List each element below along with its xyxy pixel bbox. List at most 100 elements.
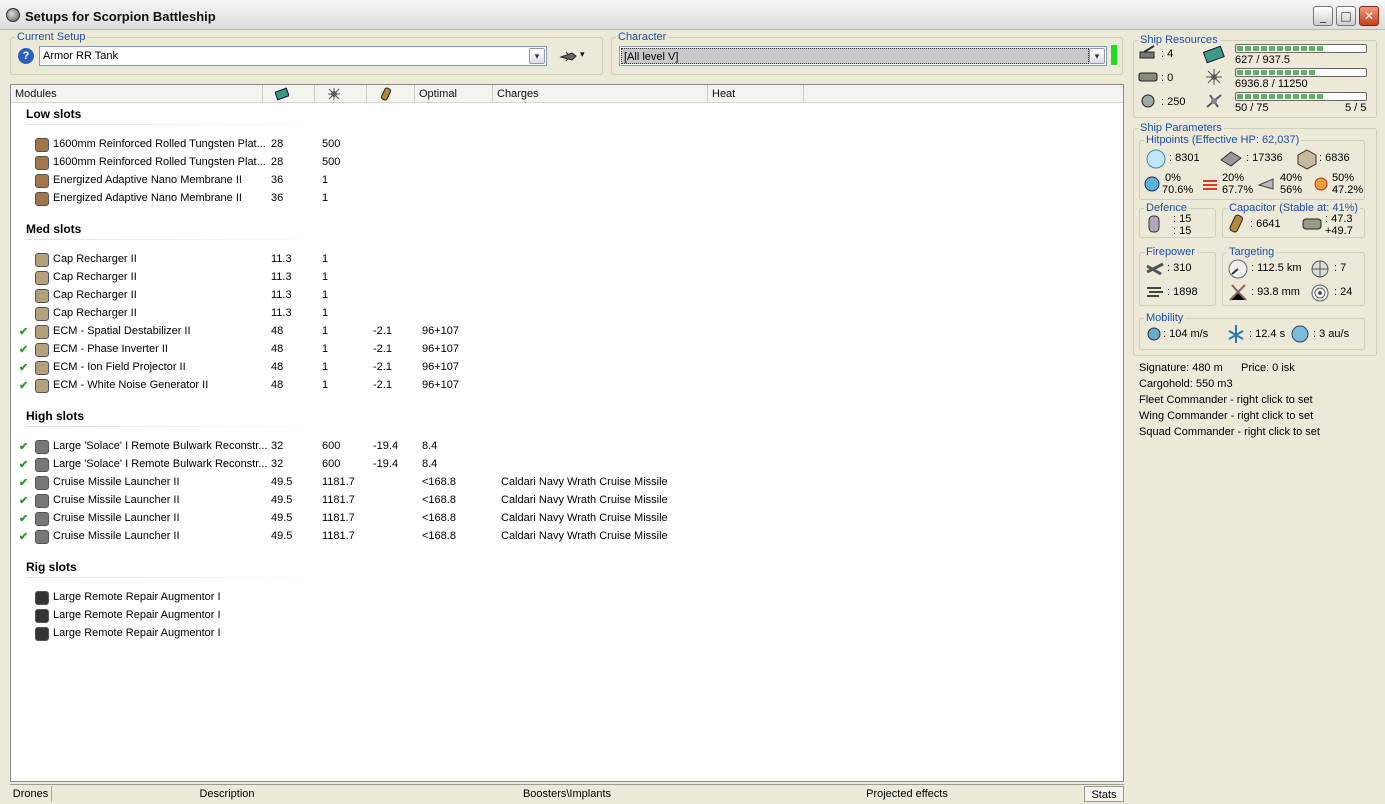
module-icon [35,174,49,188]
module-name: Energized Adaptive Nano Membrane II [53,192,242,204]
sensor-strength: : 24 [1334,286,1353,298]
module-row[interactable]: Energized Adaptive Nano Membrane II 36 1 [11,171,1111,189]
chevron-down-icon[interactable]: ▾ [1089,48,1105,64]
shield-hp: : 8301 [1169,152,1200,164]
module-cpu: 49.5 [271,512,293,524]
hull-hp: : 6836 [1319,152,1350,164]
align-time: : 12.4 s [1249,328,1286,340]
cpu-icon [1202,45,1225,64]
current-setup-legend: Current Setup [17,31,86,43]
module-row[interactable]: Cap Recharger II 11.3 1 [11,304,1111,322]
col-capacitor[interactable] [367,85,415,103]
cap-recharge-icon [1302,218,1322,230]
module-row[interactable]: ✔ Large 'Solace' I Remote Bulwark Reconst… [11,455,1111,473]
cpu-bar [1235,44,1367,53]
module-name: ECM - Phase Inverter II [53,343,168,355]
module-row[interactable]: Large Remote Repair Augmentor I [11,606,1111,624]
module-powergrid: 600 [322,458,341,470]
module-row[interactable]: 1600mm Reinforced Rolled Tungsten Plat..… [11,153,1111,171]
module-row[interactable]: Large Remote Repair Augmentor I [11,588,1111,606]
tab-projected-effects[interactable]: Projected effects [732,786,1082,802]
minimize-button[interactable]: _ [1313,6,1333,26]
module-icon [35,609,49,623]
module-name: ECM - Ion Field Projector II [53,361,186,373]
module-icon [35,591,49,605]
col-heat[interactable]: Heat [708,85,804,103]
module-cpu: 49.5 [271,530,293,542]
module-row[interactable]: 1600mm Reinforced Rolled Tungsten Plat..… [11,135,1111,153]
align-time-icon [1228,325,1244,343]
col-charges[interactable]: Charges [493,85,708,103]
module-row[interactable]: Energized Adaptive Nano Membrane II 36 1 [11,189,1111,207]
explosive-resist-icon [1314,177,1328,191]
module-powergrid: 500 [322,156,341,168]
col-modules[interactable]: Modules [11,85,263,103]
calibration-icon [1206,94,1222,108]
online-check-icon: ✔ [19,513,29,525]
module-icon [35,476,49,490]
module-cpu: 11.3 [271,271,292,283]
module-row[interactable]: ✔ ECM - Ion Field Projector II 48 1 -2.1 96+1… [11,358,1111,376]
module-name: Large Remote Repair Augmentor I [53,609,221,621]
col-cpu[interactable] [263,85,315,103]
module-row[interactable]: Cap Recharger II 11.3 1 [11,286,1111,304]
capacitor-icon [1229,214,1243,233]
app-icon [6,8,20,22]
module-row[interactable]: ✔ Large 'Solace' I Remote Bulwark Reconst… [11,437,1111,455]
help-icon[interactable]: ? [18,48,34,64]
col-optimal[interactable]: Optimal [415,85,493,103]
sensor-strength-icon [1311,284,1329,302]
module-cpu: 49.5 [271,476,293,488]
module-row[interactable]: ✔ Cruise Missile Launcher II 49.5 1181.7 <16… [11,527,1111,545]
module-row[interactable]: ✔ ECM - White Noise Generator II 48 1 -2.1 96… [11,376,1111,394]
character-status-indicator [1111,45,1117,65]
col-powergrid[interactable] [315,85,367,103]
calibration-bar-fill [1237,94,1323,99]
module-row[interactable]: Cap Recharger II 11.3 1 [11,268,1111,286]
tab-boosters-implants[interactable]: Boosters\Implants [402,786,732,802]
module-name: Cruise Missile Launcher II [53,476,180,488]
module-icon [35,271,49,285]
module-icon [35,458,49,472]
maximize-button[interactable]: □ [1336,6,1356,26]
module-icon [35,343,49,357]
capacitor-icon [380,87,392,101]
module-row[interactable]: Cap Recharger II 11.3 1 [11,250,1111,268]
module-row[interactable]: ✔ ECM - Phase Inverter II 48 1 -2.1 96+107 [11,340,1111,358]
module-row[interactable]: ✔ Cruise Missile Launcher II 49.5 1181.7 <16… [11,509,1111,527]
window-title: Setups for Scorpion Battleship [25,9,216,24]
chevron-down-icon[interactable]: ▾ [529,48,545,64]
mobility-legend: Mobility [1146,312,1184,324]
module-row[interactable]: ✔ Cruise Missile Launcher II 49.5 1181.7 <16… [11,491,1111,509]
cpu-value: 627 / 937.5 [1235,54,1291,66]
module-powergrid: 1 [322,379,329,391]
module-row[interactable]: Large Remote Repair Augmentor I [11,624,1111,642]
tab-drones[interactable]: Drones [10,786,52,802]
tab-description[interactable]: Description [52,786,402,802]
module-optimal: <168.8 [422,494,456,506]
setup-select[interactable]: Armor RR Tank ▾ [39,46,547,66]
module-cap-use: -19.4 [373,458,399,470]
module-icon [35,512,49,526]
module-name: Cruise Missile Launcher II [53,512,180,524]
character-select[interactable]: [All level V] ▾ [619,46,1107,66]
stats-panel: Ship Resources : 4 : 0 : 250 627 / 937.5… [1129,30,1381,800]
module-cpu: 32 [271,458,284,470]
module-icon [35,361,49,375]
turret-count: : 4 [1161,48,1174,60]
turret-dps-icon [1146,262,1164,276]
tab-stats[interactable]: Stats [1084,786,1124,802]
module-row[interactable]: ✔ Cruise Missile Launcher II 49.5 1181.7 <16… [11,473,1111,491]
cpu-bar-fill [1237,46,1323,51]
powergrid-icon [328,88,340,100]
module-row[interactable]: ✔ ECM - Spatial Destabilizer II 48 1 -2.1 96+… [11,322,1111,340]
close-button[interactable]: ✕ [1359,6,1379,26]
module-name: ECM - White Noise Generator II [53,379,209,391]
online-check-icon: ✔ [19,459,29,471]
squad-commander[interactable]: Squad Commander - right click to set [1139,426,1320,438]
setup-menu-button[interactable]: ▾ [558,48,592,64]
module-cap-use: -2.1 [373,325,392,337]
fleet-commander[interactable]: Fleet Commander - right click to set [1139,394,1313,406]
module-icon [35,253,49,267]
wing-commander[interactable]: Wing Commander - right click to set [1139,410,1313,422]
